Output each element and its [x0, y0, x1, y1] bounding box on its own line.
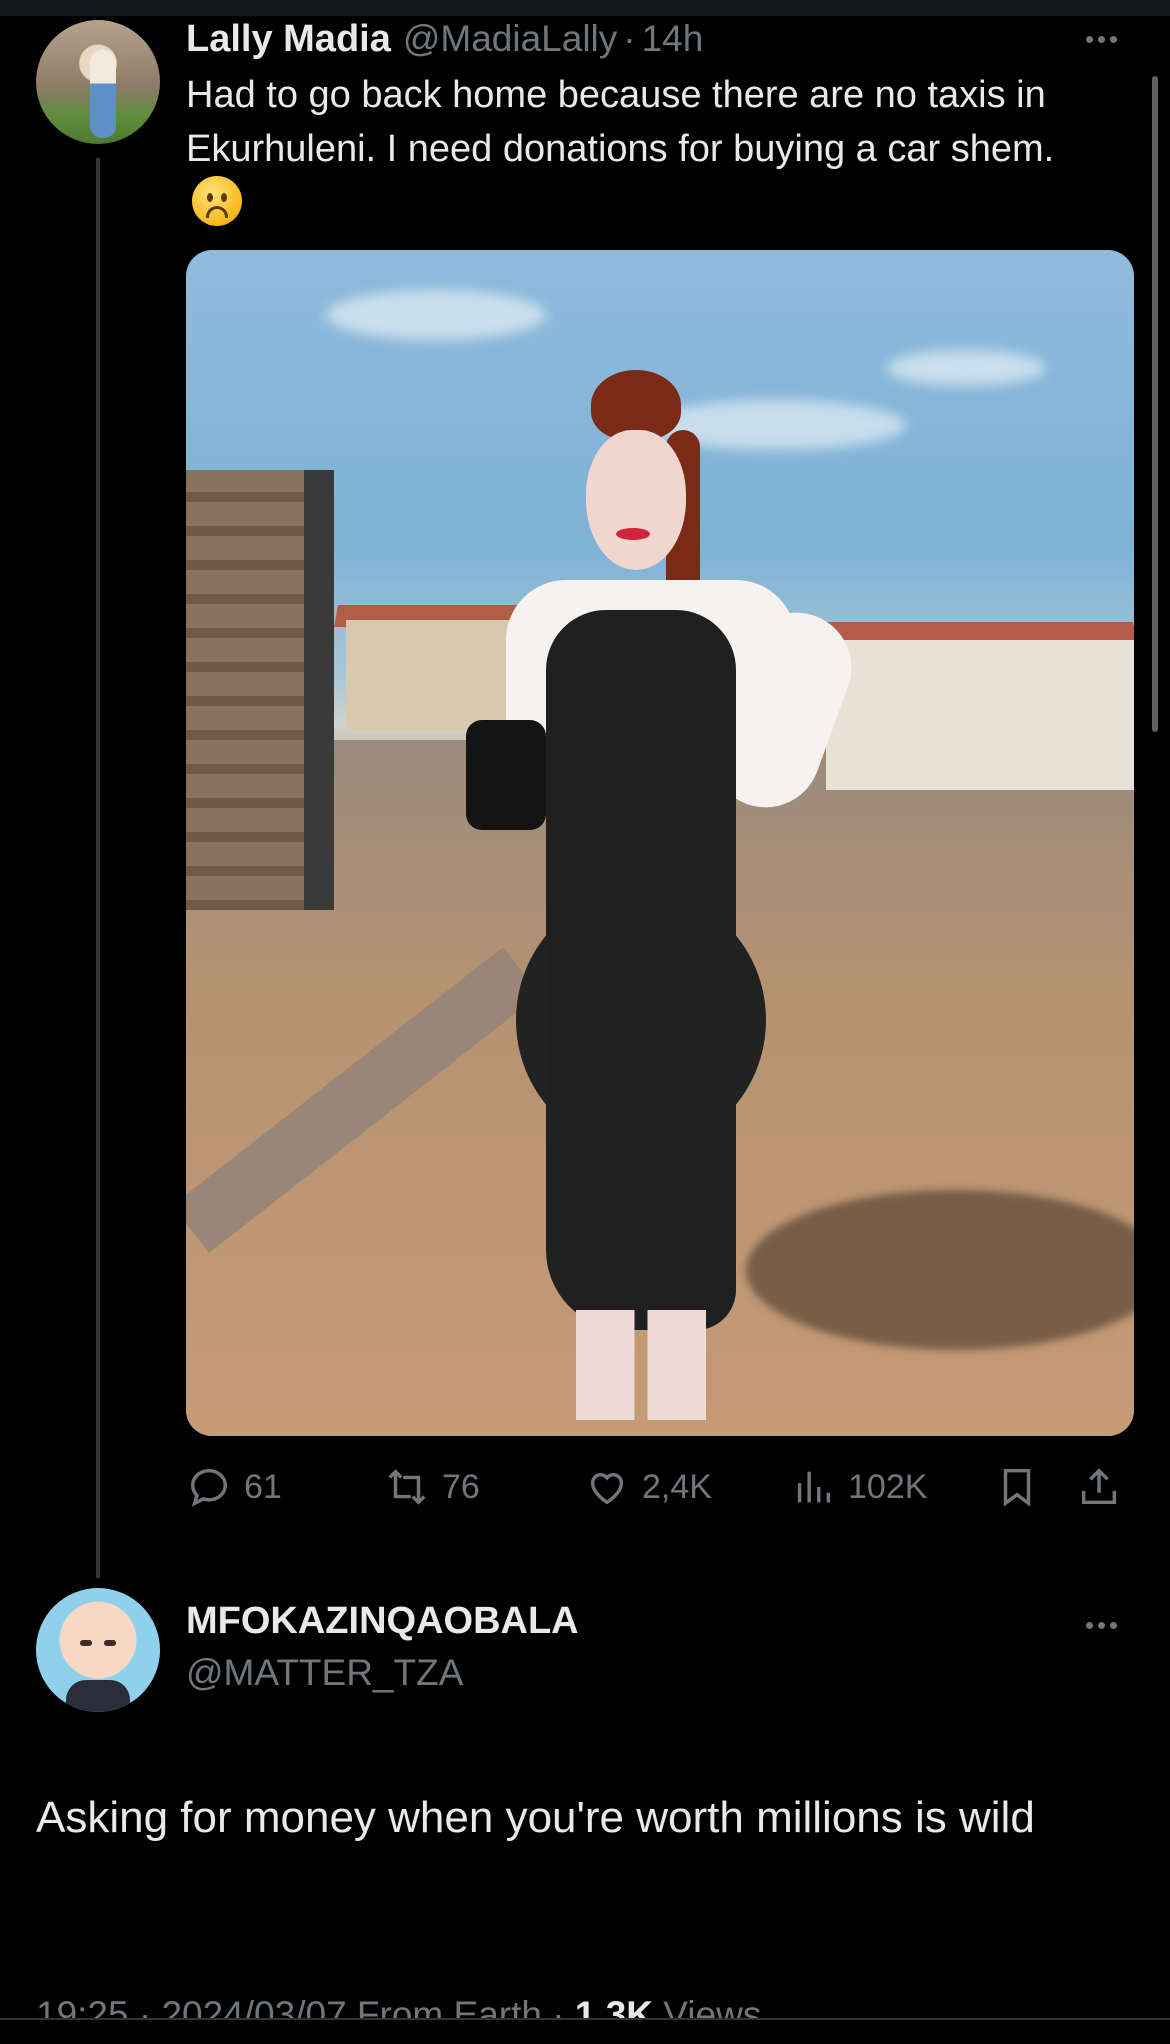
like-icon	[590, 1473, 624, 1505]
more-icon[interactable]	[1086, 36, 1117, 43]
tweet-body: Had to go back home because there are no…	[186, 74, 1055, 170]
reply-icon	[190, 1468, 228, 1507]
like-count: 2,4K	[642, 1467, 712, 1506]
views-icon	[797, 1471, 831, 1503]
more-icon[interactable]	[1086, 1622, 1117, 1629]
bottom-divider	[0, 2018, 1170, 2044]
tweet-header: Lally Madia @MadiaLally · 14h	[186, 14, 703, 64]
share-button[interactable]	[1076, 1462, 1122, 1512]
reply-author-avatar[interactable]	[36, 1588, 160, 1712]
repost-icon	[388, 1469, 426, 1505]
tweet-text: Had to go back home because there are no…	[186, 68, 1116, 231]
thread-connector	[96, 158, 100, 1578]
tweet-timestamp[interactable]: 14h	[642, 18, 704, 60]
bookmark-icon	[1003, 1468, 1031, 1507]
reply-handle[interactable]: @MATTER_TZA	[186, 1652, 463, 1694]
bookmark-button[interactable]	[994, 1462, 1040, 1512]
scrollbar[interactable]	[1152, 76, 1158, 732]
reply-button[interactable]: 61	[186, 1462, 282, 1512]
repost-button[interactable]: 76	[384, 1462, 480, 1512]
share-icon	[1081, 1468, 1117, 1505]
repost-count: 76	[442, 1467, 480, 1506]
reply-display-name[interactable]: MFOKAZINQAOBALA	[186, 1600, 579, 1643]
sad-face-emoji-icon	[192, 176, 242, 226]
reply-count: 61	[244, 1467, 282, 1506]
author-handle[interactable]: @MadiaLally	[403, 18, 617, 60]
separator-dot: ·	[623, 18, 636, 59]
views-count: 102K	[848, 1467, 928, 1506]
author-display-name[interactable]: Lally Madia	[186, 18, 391, 61]
tweet-photo[interactable]	[186, 250, 1134, 1436]
views-button[interactable]: 102K	[790, 1462, 927, 1512]
tweet-actions: 61 76 2,4K 102K	[186, 1462, 1130, 1512]
like-button[interactable]: 2,4K	[584, 1462, 712, 1512]
author-avatar[interactable]	[36, 20, 160, 144]
reply-text: Asking for money when you're worth milli…	[36, 1793, 1035, 1842]
